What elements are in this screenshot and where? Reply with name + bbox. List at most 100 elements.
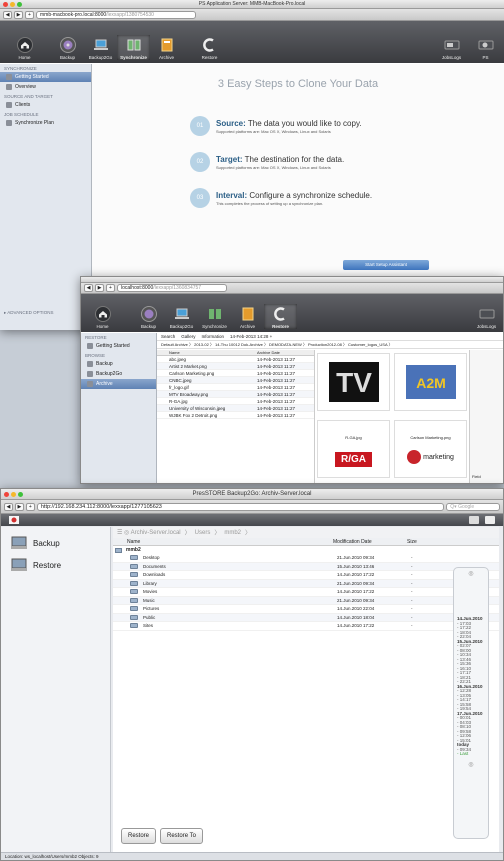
folder-row[interactable]: Movies 14.Jun.2010 17:22 - <box>113 588 499 597</box>
start-setup-assistant-button[interactable]: Start Setup Assistant <box>343 260 429 270</box>
folder-row[interactable]: Documents 15.Jun.2010 13:46 - <box>113 562 499 571</box>
folder-date: 14.Jun.2010 17:22 <box>337 589 375 595</box>
toolbar-restore[interactable]: Restore <box>193 37 226 60</box>
col-name[interactable]: Name <box>113 539 333 545</box>
timeline-snapshot[interactable]: - Last <box>457 751 485 757</box>
folder-row[interactable]: Music 21.Jun.2010 09:34 - <box>113 596 499 605</box>
timeline[interactable]: ◎ 14.Jun.2010- 17:03- 17:22- 18:04- 22:0… <box>453 567 489 839</box>
tab-information[interactable]: Information <box>202 334 225 339</box>
restore-to-button[interactable]: Restore To <box>160 828 203 844</box>
file-row[interactable]: Carlson Marketing.png 14-Feb-2013 11:27 <box>157 370 314 377</box>
folder-date: 15.Jun.2010 13:46 <box>337 563 375 569</box>
file-date: 14-Feb-2013 11:27 <box>257 377 295 383</box>
sidebar-item-overview[interactable]: Overview <box>0 82 91 92</box>
file-row[interactable]: WJBK Fox 2 Detroit.png 14-Feb-2013 11:27 <box>157 412 314 419</box>
file-name: abc.jpeg <box>169 356 187 362</box>
folder-row[interactable]: Pictures 14.Jun.2010 22:04 - <box>113 605 499 614</box>
window-controls[interactable] <box>3 2 22 7</box>
app-toolbar <box>1 514 503 526</box>
back-button[interactable]: ◀ <box>3 10 12 19</box>
toolbar-backup[interactable]: Backup <box>132 306 165 329</box>
advanced-options[interactable]: ▸ ADVANCED OPTIONS <box>0 308 57 317</box>
sidebar-item-getting-started[interactable]: Getting Started <box>81 341 156 351</box>
toolbar-jobslogs[interactable]: JobsLogs <box>470 306 503 329</box>
bookmark-button[interactable]: + <box>25 502 35 511</box>
toolbar-backup[interactable]: Backup <box>51 37 84 60</box>
breadcrumb[interactable]: Default Archive 〉 2013-02 〉 14-Thu 10012… <box>157 341 503 349</box>
file-row[interactable]: MTV Broadway.png 14-Feb-2013 11:27 <box>157 391 314 398</box>
folder-icon <box>130 555 138 561</box>
toolbar-synchronize[interactable]: Synchronize <box>198 306 231 329</box>
url-field[interactable]: http://192.168.234.112:8000/lexxapp/1277… <box>36 502 445 511</box>
file-row[interactable]: CNBC.jpeg 14-Feb-2013 11:27 <box>157 377 314 384</box>
sidebar-item-synchronize-plan[interactable]: Synchronize Plan <box>0 118 91 128</box>
back-button[interactable]: ◀ <box>4 502 13 511</box>
col-size[interactable]: Size <box>407 539 417 545</box>
col-modification-date[interactable]: Modification Date <box>333 539 407 545</box>
timeline-up-icon[interactable]: ◎ <box>457 570 485 577</box>
back-button[interactable]: ◀ <box>84 284 93 292</box>
nav-restore[interactable]: Restore <box>1 550 110 572</box>
search-field[interactable]: Q▾ Google <box>446 502 500 511</box>
file-row[interactable]: fr_logo.gif 14-Feb-2013 11:27 <box>157 384 314 391</box>
folder-date: 14.Jun.2010 17:22 <box>337 572 375 578</box>
sidebar-item-backup[interactable]: Backup <box>81 359 156 369</box>
breadcrumb-item[interactable]: Users <box>195 530 211 536</box>
toolbar-backup2go[interactable]: Backup2Go <box>165 306 198 329</box>
backup-drive-icon <box>11 536 27 549</box>
sidebar-item-clients[interactable]: Clients <box>0 100 91 110</box>
toolbar-restore[interactable]: Restore <box>264 304 297 329</box>
file-row[interactable]: Artist 2 Market.png 14-Feb-2013 11:27 <box>157 363 314 370</box>
sidebar-item-getting-started[interactable]: Getting Started <box>0 72 91 82</box>
toolbar-backup2go[interactable]: Backup2Go <box>84 37 117 60</box>
url-field[interactable]: mmb-macbook-pro.local:8000/lexxapp/13807… <box>36 10 196 19</box>
forward-button[interactable]: ▶ <box>14 10 23 19</box>
toolbar-archive[interactable]: Archive <box>231 306 264 329</box>
toolbar-archive[interactable]: Archive <box>150 37 183 60</box>
view-toggle-icon[interactable] <box>469 516 479 524</box>
thumb[interactable]: TV <box>317 353 390 411</box>
synchronize-icon <box>127 39 140 51</box>
toolbar-ps[interactable]: PS <box>469 37 502 60</box>
tab-search[interactable]: Search <box>161 334 175 339</box>
breadcrumb-item[interactable]: mmb2 <box>224 530 241 536</box>
thumb[interactable]: Carlson Marketing.png marketing <box>394 420 467 478</box>
bookmark-button[interactable]: + <box>25 10 34 19</box>
folder-row[interactable]: Sites 14.Jun.2010 17:22 - <box>113 622 499 631</box>
forward-button[interactable]: ▶ <box>95 284 104 292</box>
toolbar-home[interactable]: Home <box>86 306 119 329</box>
bookmark-button[interactable]: + <box>106 284 115 292</box>
users-icon[interactable] <box>485 516 495 524</box>
root-row[interactable]: mmb2 <box>113 546 499 554</box>
plan-icon <box>6 120 12 126</box>
folder-row[interactable]: Public 14.Jun.2010 18:04 - <box>113 613 499 622</box>
restore-button[interactable]: Restore <box>121 828 157 844</box>
nav-backup[interactable]: Backup <box>1 527 110 550</box>
file-row[interactable]: abc.jpeg 14-Feb-2013 11:27 <box>157 356 314 363</box>
toolbar-home[interactable]: Home <box>8 37 41 60</box>
file-row[interactable]: R-GA.jpg 14-Feb-2013 11:27 <box>157 398 314 405</box>
tab-date[interactable]: 14-Feb-2013 14:28 + <box>230 334 272 339</box>
file-row[interactable]: University of Wisconsin.jpeg 14-Feb-2013 … <box>157 405 314 412</box>
file-name: University of Wisconsin.jpeg <box>169 405 226 411</box>
toolbar-synchronize[interactable]: Synchronize <box>117 35 150 60</box>
restore-main: Search Gallery Information 14-Feb-2013 1… <box>157 333 503 483</box>
thumb[interactable]: A2M <box>394 353 467 411</box>
folder-row[interactable]: Library 21.Jun.2010 09:34 - <box>113 579 499 588</box>
toolbar-jobslogs[interactable]: JobsLogs <box>435 37 468 60</box>
sidebar-item-backup2go[interactable]: Backup2Go <box>81 369 156 379</box>
folder-row[interactable]: Desktop 21.Jun.2010 09:34 - <box>113 554 499 563</box>
forward-button[interactable]: ▶ <box>14 502 24 511</box>
home-icon <box>16 37 33 53</box>
url-field[interactable]: localhost:8000/lexxapp/1360834757 <box>117 284 227 292</box>
folder-row[interactable]: Downloads 14.Jun.2010 17:22 - <box>113 571 499 580</box>
tab-gallery[interactable]: Gallery <box>181 334 195 339</box>
col-name[interactable]: Name <box>157 350 257 355</box>
window-controls[interactable] <box>4 492 23 497</box>
col-archive-date[interactable]: Archive Date <box>257 350 280 355</box>
presstore-logo-icon <box>9 516 19 524</box>
thumb[interactable]: R-GA.jpg R/GA <box>317 420 390 478</box>
timeline-down-icon[interactable]: ◎ <box>457 761 485 768</box>
breadcrumb-item[interactable]: ☰ ◎ Archiv-Server.local <box>117 529 181 536</box>
sidebar-item-archive[interactable]: Archive <box>81 379 156 389</box>
